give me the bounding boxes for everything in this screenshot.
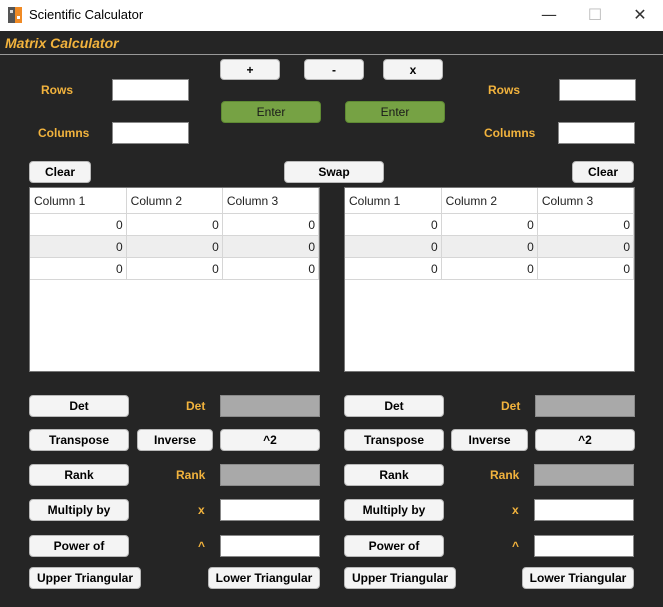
left-power-button[interactable]: Power of — [29, 535, 129, 557]
close-icon[interactable]: ✕ — [617, 0, 663, 30]
right-det-label: Det — [501, 399, 521, 413]
window-titlebar: Scientific Calculator — ☐ ✕ — [0, 0, 663, 32]
matrix-cell[interactable]: 0 — [30, 213, 127, 236]
right-rank-label: Rank — [490, 468, 520, 482]
right-lower-triangular-button[interactable]: Lower Triangular — [522, 567, 634, 589]
maximize-icon[interactable]: ☐ — [572, 0, 618, 30]
table-row: 0 0 0 — [30, 235, 320, 258]
left-rows-input[interactable] — [112, 79, 189, 101]
table-row: 0 0 0 — [30, 257, 320, 280]
matrix-cell[interactable]: 0 — [537, 235, 635, 258]
left-power-input[interactable] — [220, 535, 320, 557]
right-columns-input[interactable] — [558, 122, 635, 144]
right-multiply-by-button[interactable]: Multiply by — [344, 499, 444, 521]
panel-header: Matrix Calculator — [0, 31, 663, 55]
right-enter-button[interactable]: Enter — [345, 101, 445, 123]
right-upper-triangular-button[interactable]: Upper Triangular — [344, 567, 456, 589]
left-det-output — [220, 395, 320, 417]
matrix-cell[interactable]: 0 — [441, 257, 538, 280]
left-rank-button[interactable]: Rank — [29, 464, 129, 486]
matrix-calculator-panel: Matrix Calculator + - x Rows Columns Ent… — [0, 31, 663, 607]
right-power-input[interactable] — [534, 535, 634, 557]
right-rows-label: Rows — [488, 83, 521, 97]
left-transpose-button[interactable]: Transpose — [29, 429, 129, 451]
right-rank-output — [534, 464, 634, 486]
left-multiply-by-button[interactable]: Multiply by — [29, 499, 129, 521]
matrix-cell[interactable]: 0 — [441, 213, 538, 236]
matrix-cell[interactable]: 0 — [441, 235, 538, 258]
calculator-app-icon — [8, 7, 22, 23]
left-columns-input[interactable] — [112, 122, 189, 144]
column-header[interactable]: Column 3 — [222, 188, 320, 214]
left-multiply-label: x — [198, 503, 205, 517]
right-rows-input[interactable] — [559, 79, 636, 101]
table-row: 0 0 0 — [30, 213, 320, 236]
matrix-cell[interactable]: 0 — [345, 213, 442, 236]
right-det-output — [535, 395, 635, 417]
add-button[interactable]: + — [220, 59, 280, 80]
left-multiply-input[interactable] — [220, 499, 320, 521]
left-rank-label: Rank — [176, 468, 206, 482]
right-matrix-grid[interactable]: Column 1 Column 2 Column 3 0 0 0 0 0 0 0… — [344, 187, 635, 372]
swap-button[interactable]: Swap — [284, 161, 384, 183]
left-matrix-grid[interactable]: Column 1 Column 2 Column 3 0 0 0 0 0 0 0… — [29, 187, 320, 372]
matrix-cell[interactable]: 0 — [30, 235, 127, 258]
table-row: 0 0 0 — [345, 235, 635, 258]
right-rank-button[interactable]: Rank — [344, 464, 444, 486]
left-clear-button[interactable]: Clear — [29, 161, 91, 183]
left-det-label: Det — [186, 399, 206, 413]
left-enter-button[interactable]: Enter — [221, 101, 321, 123]
matrix-cell[interactable]: 0 — [345, 235, 442, 258]
left-square-button[interactable]: ^2 — [220, 429, 320, 451]
matrix-cell[interactable]: 0 — [222, 257, 320, 280]
left-lower-triangular-button[interactable]: Lower Triangular — [208, 567, 320, 589]
left-upper-triangular-button[interactable]: Upper Triangular — [29, 567, 141, 589]
column-header[interactable]: Column 1 — [30, 188, 127, 214]
matrix-cell[interactable]: 0 — [537, 213, 635, 236]
matrix-cell[interactable]: 0 — [222, 235, 320, 258]
left-rank-output — [220, 464, 320, 486]
right-columns-label: Columns — [484, 126, 536, 140]
matrix-cell[interactable]: 0 — [126, 213, 223, 236]
right-power-button[interactable]: Power of — [344, 535, 444, 557]
column-header[interactable]: Column 2 — [441, 188, 538, 214]
right-det-button[interactable]: Det — [344, 395, 444, 417]
page-title: Matrix Calculator — [5, 35, 119, 51]
matrix-cell[interactable]: 0 — [537, 257, 635, 280]
left-rows-label: Rows — [41, 83, 74, 97]
column-header[interactable]: Column 3 — [537, 188, 635, 214]
column-header[interactable]: Column 1 — [345, 188, 442, 214]
left-det-button[interactable]: Det — [29, 395, 129, 417]
right-square-button[interactable]: ^2 — [535, 429, 635, 451]
right-power-label: ^ — [512, 539, 520, 553]
right-inverse-button[interactable]: Inverse — [451, 429, 528, 451]
left-power-label: ^ — [198, 539, 206, 553]
matrix-cell[interactable]: 0 — [222, 213, 320, 236]
multiply-button[interactable]: x — [383, 59, 443, 80]
column-header[interactable]: Column 2 — [126, 188, 223, 214]
table-row: 0 0 0 — [345, 257, 635, 280]
subtract-button[interactable]: - — [304, 59, 364, 80]
right-multiply-input[interactable] — [534, 499, 634, 521]
right-multiply-label: x — [512, 503, 519, 517]
window-title: Scientific Calculator — [29, 7, 144, 22]
minimize-icon[interactable]: — — [526, 0, 572, 30]
left-columns-label: Columns — [38, 126, 90, 140]
right-transpose-button[interactable]: Transpose — [344, 429, 444, 451]
matrix-cell[interactable]: 0 — [345, 257, 442, 280]
table-row: 0 0 0 — [345, 213, 635, 236]
matrix-cell[interactable]: 0 — [30, 257, 127, 280]
left-inverse-button[interactable]: Inverse — [137, 429, 213, 451]
matrix-cell[interactable]: 0 — [126, 257, 223, 280]
right-clear-button[interactable]: Clear — [572, 161, 634, 183]
matrix-cell[interactable]: 0 — [126, 235, 223, 258]
